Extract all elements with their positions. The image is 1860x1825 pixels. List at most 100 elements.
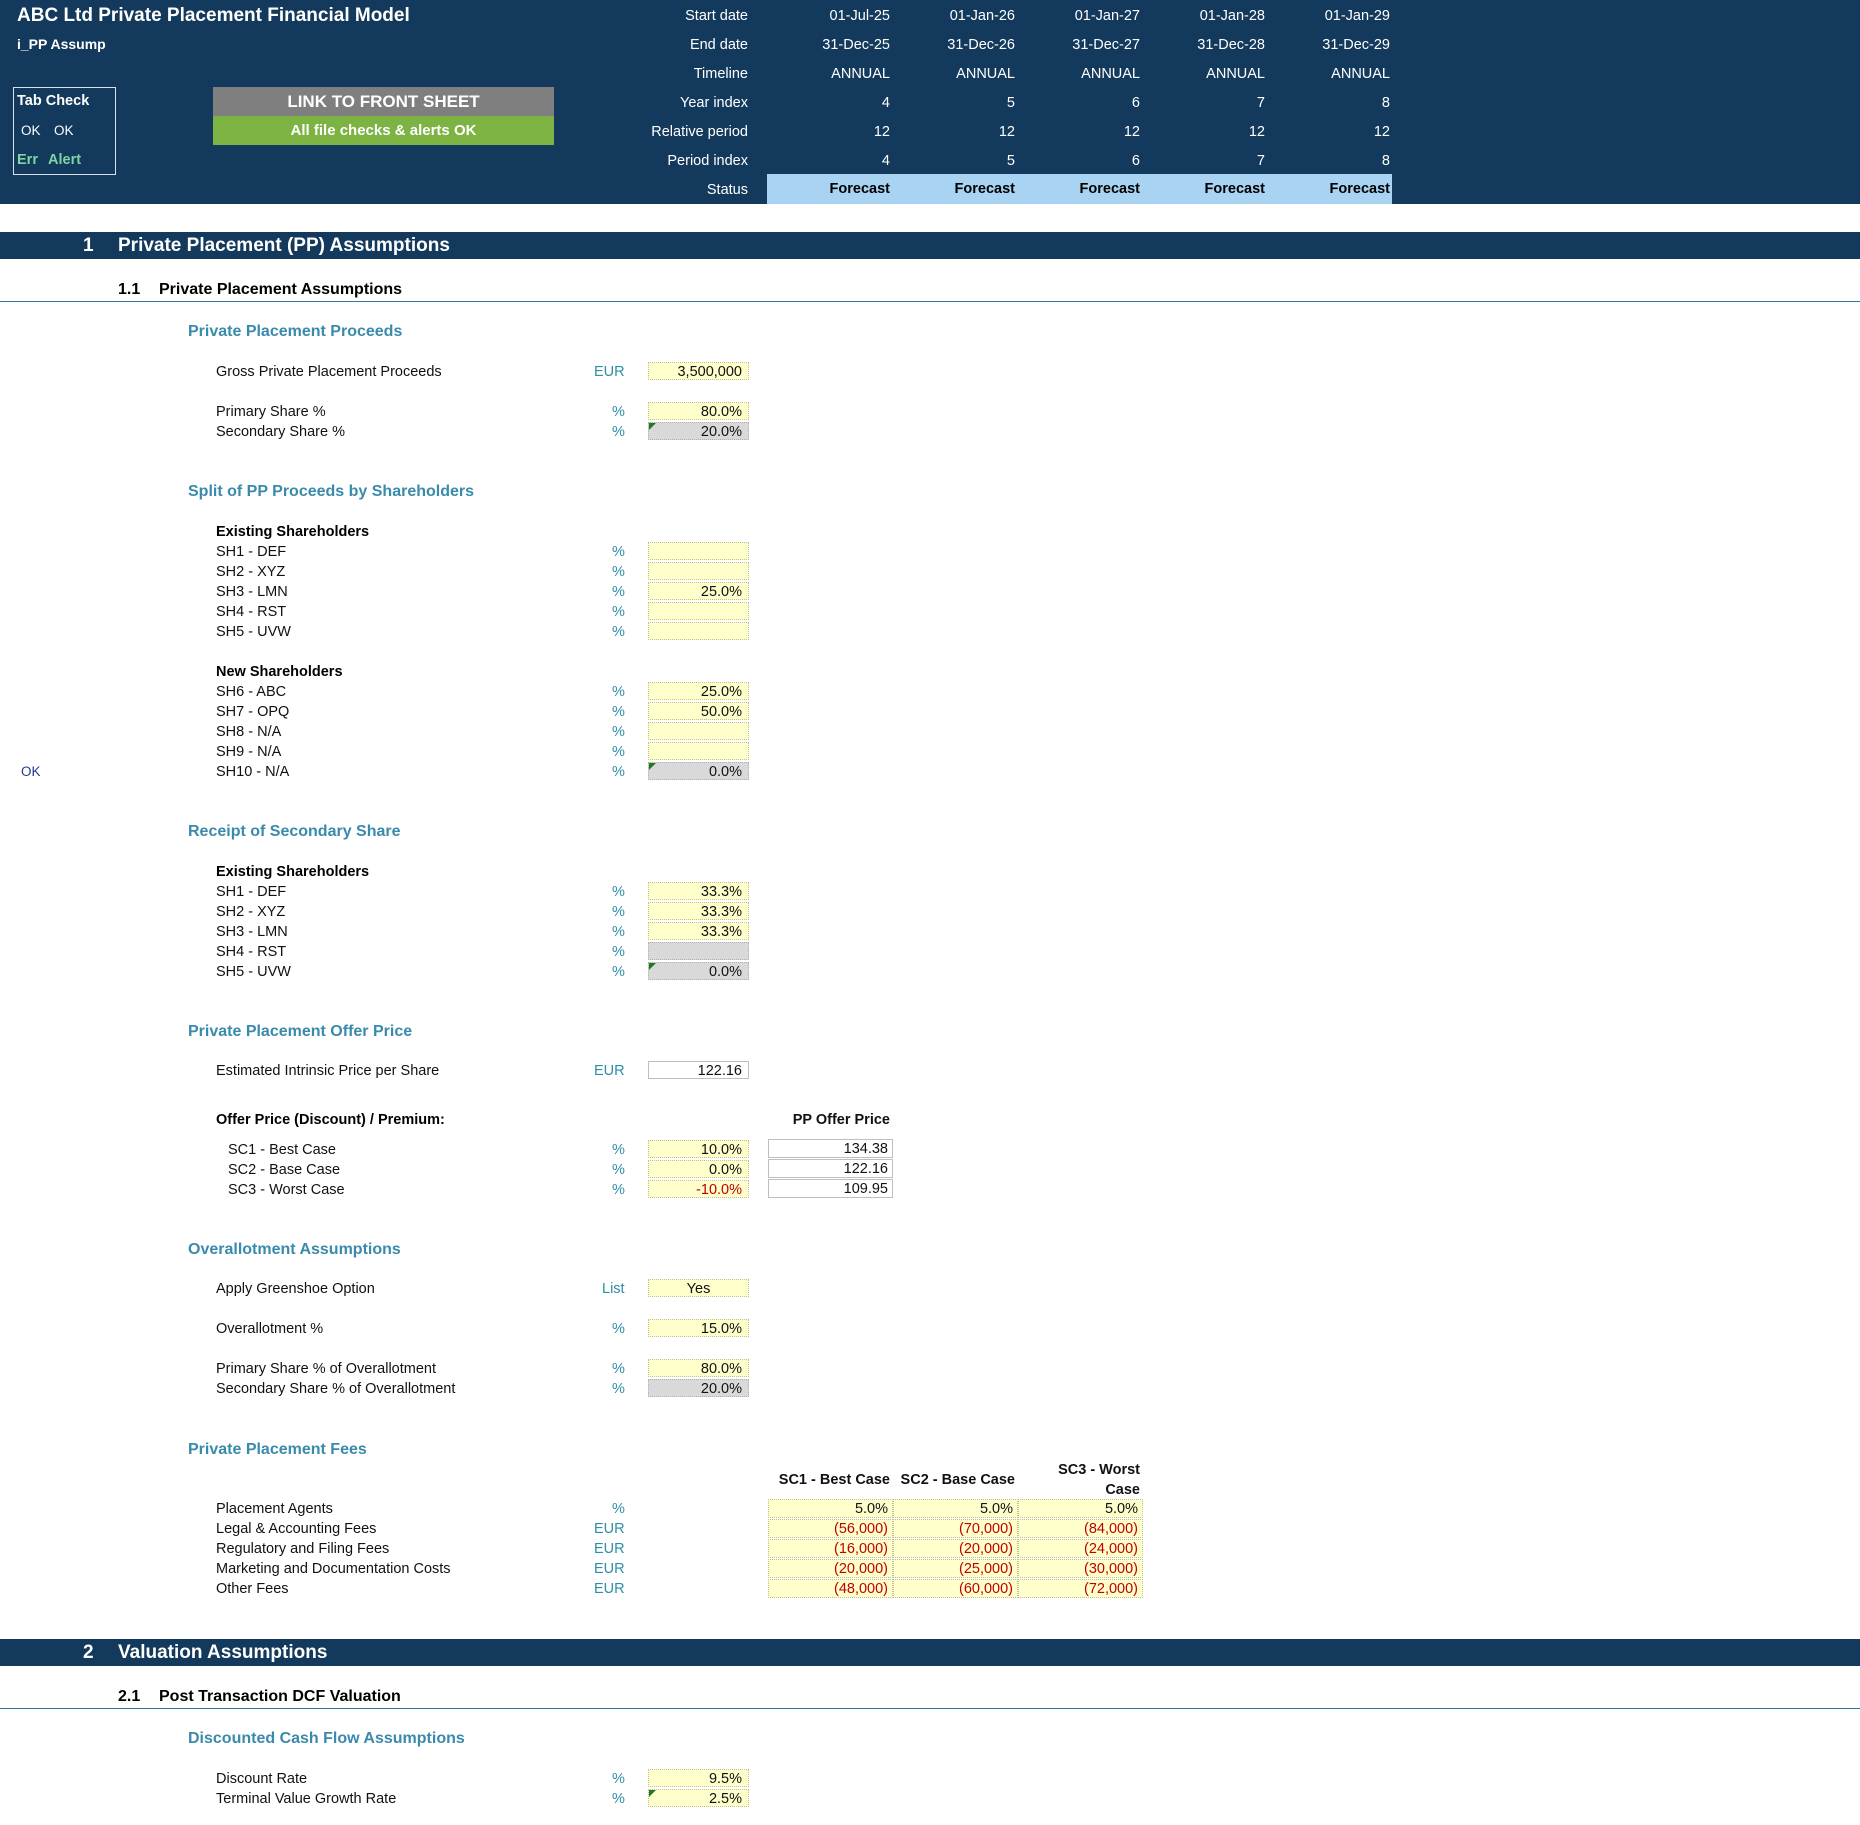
fee-input[interactable]: (60,000) xyxy=(893,1579,1018,1598)
offer-discount-heading: Offer Price (Discount) / Premium: xyxy=(216,1112,445,1128)
fees-header-sc3-line2: Case xyxy=(1105,1482,1140,1498)
shareholder-unit: % xyxy=(612,584,625,600)
fees-header-sc3: SC3 - Worst xyxy=(1058,1462,1140,1478)
shareholder-unit: % xyxy=(612,544,625,560)
secondary-receipt-calc: 0.0% xyxy=(648,962,749,980)
col-timeline: ANNUAL xyxy=(1331,66,1390,82)
fee-label: Marketing and Documentation Costs xyxy=(216,1561,451,1577)
scenario-premium-input[interactable]: -10.0% xyxy=(648,1180,749,1198)
fee-label: Regulatory and Filing Fees xyxy=(216,1541,390,1557)
fee-input[interactable]: (70,000) xyxy=(893,1519,1018,1538)
overallotment-pct-input[interactable]: 15.0% xyxy=(648,1319,749,1337)
intrinsic-price-label: Estimated Intrinsic Price per Share xyxy=(216,1063,440,1079)
gross-proceeds-unit: EUR xyxy=(594,364,625,380)
fee-input[interactable]: (16,000) xyxy=(768,1539,893,1558)
fee-input[interactable]: 5.0% xyxy=(768,1499,893,1518)
col-relative-period: 12 xyxy=(998,124,1015,140)
primary-share-input[interactable]: 80.0% xyxy=(648,402,749,420)
subsection-2-1-number: 2.1 xyxy=(118,1688,141,1705)
tab-check-ok: OK xyxy=(54,123,74,138)
shareholder-label: SH1 - DEF xyxy=(216,544,287,560)
shareholder-split-input[interactable]: 25.0% xyxy=(648,682,749,700)
fee-input[interactable]: (56,000) xyxy=(768,1519,893,1538)
link-to-front-sheet-button[interactable]: LINK TO FRONT SHEET xyxy=(213,87,554,116)
scenario-offer-price: 109.95 xyxy=(768,1179,893,1198)
shareholder-split-calc: 0.0% xyxy=(648,762,749,780)
fee-unit: EUR xyxy=(594,1561,625,1577)
greenshoe-select[interactable]: Yes xyxy=(648,1279,749,1297)
row-label-period-index: Period index xyxy=(667,153,748,169)
secondary-receipt-input[interactable]: 33.3% xyxy=(648,902,749,920)
fee-input[interactable]: (30,000) xyxy=(1018,1559,1143,1578)
col-status: Forecast xyxy=(829,181,890,197)
col-year-index: 5 xyxy=(1006,95,1015,111)
file-checks-status: All file checks & alerts OK xyxy=(213,116,554,145)
scenario-premium-input[interactable]: 0.0% xyxy=(648,1160,749,1178)
fee-input[interactable]: (25,000) xyxy=(893,1559,1018,1578)
shareholder-label: SH6 - ABC xyxy=(216,684,287,700)
shareholder-label: SH4 - RST xyxy=(216,604,287,620)
section-2-title: Valuation Assumptions xyxy=(118,1642,328,1663)
shareholder-split-input[interactable] xyxy=(648,562,749,580)
fee-input[interactable]: (84,000) xyxy=(1018,1519,1143,1538)
pp-offer-price-header: PP Offer Price xyxy=(792,1112,890,1128)
fee-input[interactable]: 5.0% xyxy=(1018,1499,1143,1518)
shareholder-label: SH2 - XYZ xyxy=(216,904,286,920)
shareholder-split-input[interactable] xyxy=(648,542,749,560)
col-period-index: 7 xyxy=(1256,153,1265,169)
shareholder-label: SH8 - N/A xyxy=(216,724,282,740)
col-period-index: 5 xyxy=(1006,153,1015,169)
shareholder-split-input[interactable]: 50.0% xyxy=(648,702,749,720)
oa-secondary-unit: % xyxy=(612,1381,625,1397)
shareholder-split-input[interactable]: 25.0% xyxy=(648,582,749,600)
oa-primary-input[interactable]: 80.0% xyxy=(648,1359,749,1377)
scenario-unit: % xyxy=(612,1162,625,1178)
intrinsic-price-unit: EUR xyxy=(594,1063,625,1079)
gross-proceeds-input[interactable]: 3,500,000 xyxy=(648,362,749,380)
greenshoe-label: Apply Greenshoe Option xyxy=(216,1281,375,1297)
discount-rate-input[interactable]: 9.5% xyxy=(648,1769,749,1787)
shareholder-split-input[interactable] xyxy=(648,722,749,740)
fee-input[interactable]: (20,000) xyxy=(893,1539,1018,1558)
row-label-year-index: Year index xyxy=(680,95,748,111)
col-end-date: 31-Dec-29 xyxy=(1322,37,1390,53)
primary-share-label: Primary Share % xyxy=(216,404,326,420)
shareholder-unit: % xyxy=(612,624,625,640)
subsection-1-1-title: Private Placement Assumptions xyxy=(159,281,403,298)
scenario-label: SC1 - Best Case xyxy=(228,1142,336,1158)
terminal-growth-input[interactable]: 2.5% xyxy=(648,1789,749,1807)
fee-unit: EUR xyxy=(594,1541,625,1557)
col-timeline: ANNUAL xyxy=(1081,66,1140,82)
shareholder-unit: % xyxy=(612,704,625,720)
sheet-name: i_PP Assump xyxy=(17,36,106,52)
shareholder-split-input[interactable] xyxy=(648,622,749,640)
col-timeline: ANNUAL xyxy=(1206,66,1265,82)
fee-input[interactable]: (24,000) xyxy=(1018,1539,1143,1558)
scenario-premium-input[interactable]: 10.0% xyxy=(648,1140,749,1158)
col-relative-period: 12 xyxy=(1248,124,1265,140)
subsection-2-1-title: Post Transaction DCF Valuation xyxy=(159,1688,401,1705)
col-year-index: 4 xyxy=(881,95,890,111)
shareholder-split-input[interactable] xyxy=(648,742,749,760)
section-1-title: Private Placement (PP) Assumptions xyxy=(118,235,450,256)
tab-check-title: Tab Check xyxy=(17,93,90,109)
intrinsic-price-value: 122.16 xyxy=(648,1061,749,1079)
fee-input[interactable]: (72,000) xyxy=(1018,1579,1143,1598)
scenario-label: SC2 - Base Case xyxy=(228,1162,341,1178)
fee-input[interactable]: 5.0% xyxy=(893,1499,1018,1518)
secondary-receipt-input[interactable] xyxy=(648,942,749,960)
tab-check-err-label: Err xyxy=(17,152,38,168)
col-start-date: 01-Jan-28 xyxy=(1199,8,1265,24)
group-title-split: Split of PP Proceeds by Shareholders xyxy=(188,483,475,500)
oa-primary-unit: % xyxy=(612,1361,625,1377)
section-1-number: 1 xyxy=(83,235,94,256)
row-label-relative-period: Relative period xyxy=(651,124,748,140)
shareholder-unit: % xyxy=(612,744,625,760)
secondary-receipt-input[interactable]: 33.3% xyxy=(648,882,749,900)
fee-input[interactable]: (20,000) xyxy=(768,1559,893,1578)
new-shareholders-heading: New Shareholders xyxy=(216,664,343,680)
shareholder-label: SH1 - DEF xyxy=(216,884,287,900)
secondary-receipt-input[interactable]: 33.3% xyxy=(648,922,749,940)
shareholder-split-input[interactable] xyxy=(648,602,749,620)
fee-input[interactable]: (48,000) xyxy=(768,1579,893,1598)
